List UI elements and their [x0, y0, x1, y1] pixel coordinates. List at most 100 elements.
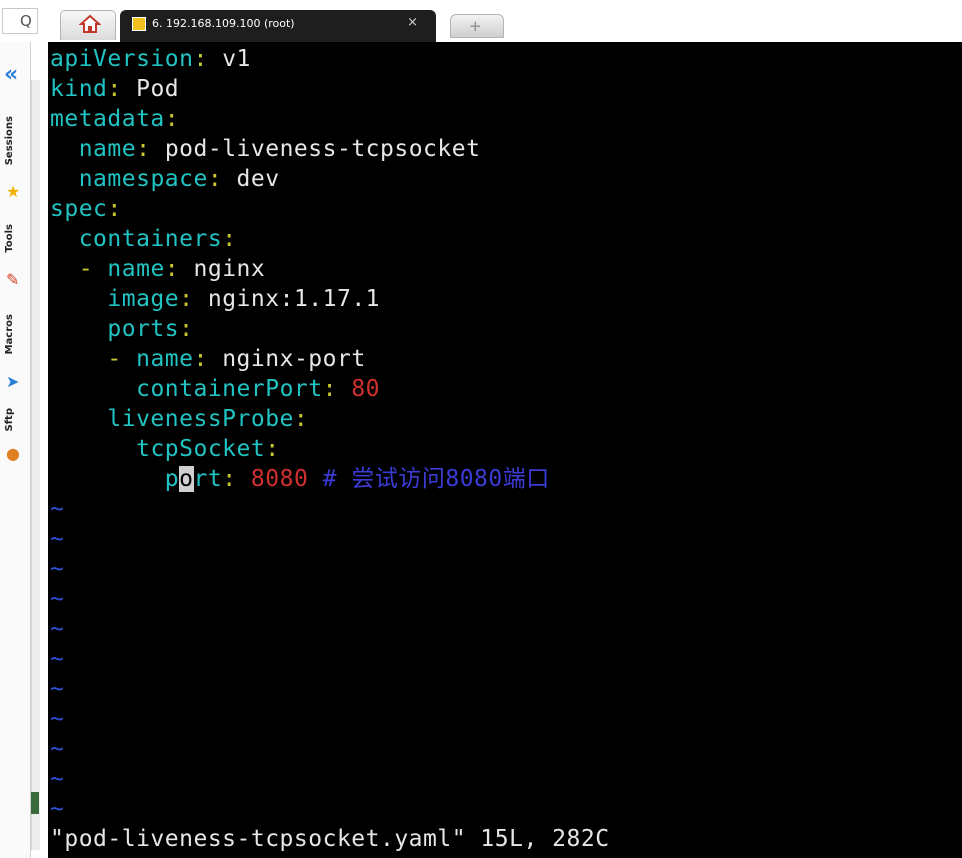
yaml-colon: :	[164, 106, 180, 132]
vim-status-line: "pod-liveness-tcpsocket.yaml" 15L, 282C	[50, 826, 610, 852]
empty-line-tilde: ~	[50, 556, 65, 582]
sidebar-item-label: Tools	[4, 224, 15, 253]
title-bar: Q 6. 192.168.109.100 (root) × +	[0, 0, 962, 42]
code-line: metadata:	[50, 104, 179, 134]
code-line: containerPort: 80	[50, 374, 380, 404]
sidebar-item-sftp[interactable]: Sftp ●	[0, 404, 30, 474]
yaml-key: apiVersion	[50, 46, 194, 72]
code-line: namespace: dev	[50, 164, 280, 194]
code-line: image: nginx:1.17.1	[50, 284, 380, 314]
yaml-colon: :	[136, 136, 151, 162]
yaml-key: namespace	[78, 166, 208, 192]
code-line: kind: Pod	[50, 74, 179, 104]
plus-icon: +	[469, 17, 482, 35]
yaml-key: tcpSocket	[136, 436, 266, 462]
terminal-pane[interactable]: apiVersion: v1 kind: Pod metadata: name: p…	[48, 42, 962, 858]
yaml-key: livenessProbe	[107, 406, 294, 432]
yaml-key: metadata	[50, 106, 165, 132]
yaml-colon: :	[179, 286, 194, 312]
code-line: containers:	[50, 224, 237, 254]
sidebar-item-label: Sessions	[4, 116, 15, 166]
yaml-key: port	[164, 466, 223, 492]
yaml-key: name	[78, 136, 137, 162]
code-line: apiVersion: v1	[50, 44, 251, 74]
search-icon: Q	[20, 12, 32, 30]
sidebar-item-macros[interactable]: Macros ➤	[0, 310, 30, 400]
yaml-colon: :	[107, 76, 122, 102]
code-line: - name: nginx	[50, 254, 265, 284]
search-box[interactable]: Q	[2, 8, 38, 34]
yaml-key: image	[107, 286, 180, 312]
yaml-colon: :	[293, 406, 309, 432]
code-line: livenessProbe:	[50, 404, 308, 434]
yaml-key: containers	[78, 226, 223, 252]
tab-session-title: 6. 192.168.109.100 (root)	[152, 17, 295, 30]
yaml-key: spec	[50, 196, 108, 222]
yaml-key: ports	[107, 316, 180, 342]
yaml-colon: :	[207, 166, 223, 192]
code-line: spec:	[50, 194, 122, 224]
yaml-colon: :	[107, 196, 122, 222]
code-line: name: pod-liveness-tcpsocket	[50, 134, 480, 164]
code-line: ports:	[50, 314, 194, 344]
sidebar-scrollbar[interactable]	[31, 80, 40, 850]
collapse-sidebar-icon[interactable]: «	[4, 62, 18, 87]
yaml-value: nginx	[193, 256, 266, 282]
yaml-colon: :	[193, 346, 208, 372]
star-icon: ★	[6, 182, 21, 201]
terminal-session-icon	[132, 17, 146, 31]
empty-line-tilde: ~	[50, 796, 65, 822]
sidebar-item-tools[interactable]: Tools ✎	[0, 220, 30, 300]
yaml-colon: :	[322, 376, 337, 402]
empty-line-tilde: ~	[50, 736, 65, 762]
macro-arrow-icon: ➤	[6, 372, 20, 391]
sidebar: « Sessions ★ Tools ✎ Macros ➤ Sftp ●	[0, 42, 48, 858]
empty-line-tilde: ~	[50, 646, 65, 672]
yaml-value: v1	[222, 46, 251, 72]
yaml-key: containerPort	[136, 376, 323, 402]
yaml-value: Pod	[136, 76, 180, 102]
new-tab-button[interactable]: +	[450, 14, 504, 38]
empty-line-tilde: ~	[50, 496, 65, 522]
code-line: - name: nginx-port	[50, 344, 366, 374]
yaml-key: kind	[50, 76, 108, 102]
empty-line-tilde: ~	[50, 676, 65, 702]
yaml-colon: :	[164, 256, 180, 282]
yaml-value: pod-liveness-tcpsocket	[164, 136, 481, 162]
yaml-key: name	[107, 256, 165, 282]
empty-line-tilde: ~	[50, 616, 65, 642]
sftp-icon: ●	[6, 444, 20, 463]
yaml-dash: -	[107, 346, 137, 372]
sidebar-item-label: Sftp	[4, 408, 15, 432]
code-line: tcpSocket:	[50, 434, 280, 464]
sidebar-item-label: Macros	[4, 314, 15, 355]
yaml-colon: :	[193, 46, 208, 72]
close-icon[interactable]: ×	[407, 15, 418, 30]
tab-strip: 6. 192.168.109.100 (root) × +	[50, 10, 962, 42]
empty-line-tilde: ~	[50, 706, 65, 732]
yaml-colon: :	[265, 436, 280, 462]
tab-home[interactable]	[60, 10, 116, 40]
home-icon	[79, 14, 101, 33]
tab-session[interactable]: 6. 192.168.109.100 (root) ×	[120, 10, 436, 42]
yaml-number: 8080	[250, 466, 309, 492]
yaml-number: 80	[351, 376, 381, 402]
code-line: port: 8080 # 尝试访问8080端口	[50, 464, 550, 494]
yaml-key: name	[136, 346, 194, 372]
sidebar-item-sessions[interactable]: Sessions ★	[0, 112, 30, 202]
yaml-value: dev	[236, 166, 280, 192]
text-cursor: o	[179, 466, 194, 492]
yaml-dash: -	[78, 256, 108, 282]
sidebar-tabs: « Sessions ★ Tools ✎ Macros ➤ Sftp ●	[0, 42, 31, 858]
yaml-comment: # 尝试访问8080端口	[322, 466, 550, 492]
empty-line-tilde: ~	[50, 586, 65, 612]
yaml-colon: :	[222, 226, 237, 252]
sidebar-scroll-thumb[interactable]	[31, 792, 39, 814]
yaml-colon: :	[179, 316, 194, 342]
empty-line-tilde: ~	[50, 766, 65, 792]
empty-line-tilde: ~	[50, 526, 65, 552]
yaml-colon: :	[222, 466, 237, 492]
yaml-value: nginx-port	[222, 346, 366, 372]
tools-icon: ✎	[6, 270, 20, 289]
yaml-value: nginx:1.17.1	[207, 286, 381, 312]
